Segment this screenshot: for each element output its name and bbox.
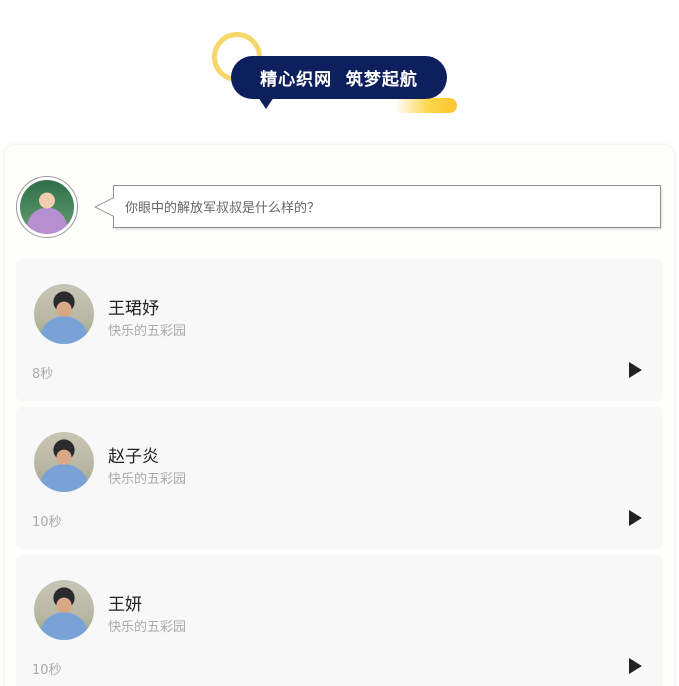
question-bubble: 你眼中的解放军叔叔是什么样的？ — [113, 185, 661, 228]
teacher-photo — [20, 180, 74, 234]
page: 精心织网 筑梦起航 你眼中的解放军叔叔是什么样的？ 王珺妤 快乐的五彩园 8秒 … — [0, 0, 679, 686]
play-icon[interactable] — [629, 510, 642, 526]
question-text: 你眼中的解放军叔叔是什么样的？ — [125, 201, 321, 216]
teacher-avatar — [16, 176, 78, 238]
list-item[interactable]: 王珺妤 快乐的五彩园 8秒 — [16, 259, 663, 401]
list-item[interactable]: 赵子炎 快乐的五彩园 10秒 — [16, 407, 663, 549]
child-school: 快乐的五彩园 — [108, 472, 187, 487]
banner-title-text: 精心织网 筑梦起航 — [260, 70, 418, 90]
child-name: 王珺妤 — [108, 299, 159, 319]
bubble-arrow-inner-decoration — [96, 198, 114, 216]
banner-tail-decoration — [258, 97, 274, 109]
child-name: 王妍 — [108, 595, 142, 615]
child-avatar — [34, 580, 94, 640]
audio-duration: 10秒 — [32, 663, 62, 678]
child-avatar — [34, 432, 94, 492]
child-name: 赵子炎 — [108, 447, 159, 467]
play-icon[interactable] — [629, 658, 642, 674]
list-item[interactable]: 王妍 快乐的五彩园 10秒 — [16, 555, 663, 686]
child-avatar — [34, 284, 94, 344]
child-school: 快乐的五彩园 — [108, 324, 187, 339]
banner-title: 精心织网 筑梦起航 — [231, 56, 447, 99]
child-school: 快乐的五彩园 — [108, 620, 187, 635]
play-icon[interactable] — [629, 362, 642, 378]
audio-duration: 8秒 — [32, 367, 54, 382]
stripe-decoration — [395, 98, 457, 113]
audio-duration: 10秒 — [32, 515, 62, 530]
